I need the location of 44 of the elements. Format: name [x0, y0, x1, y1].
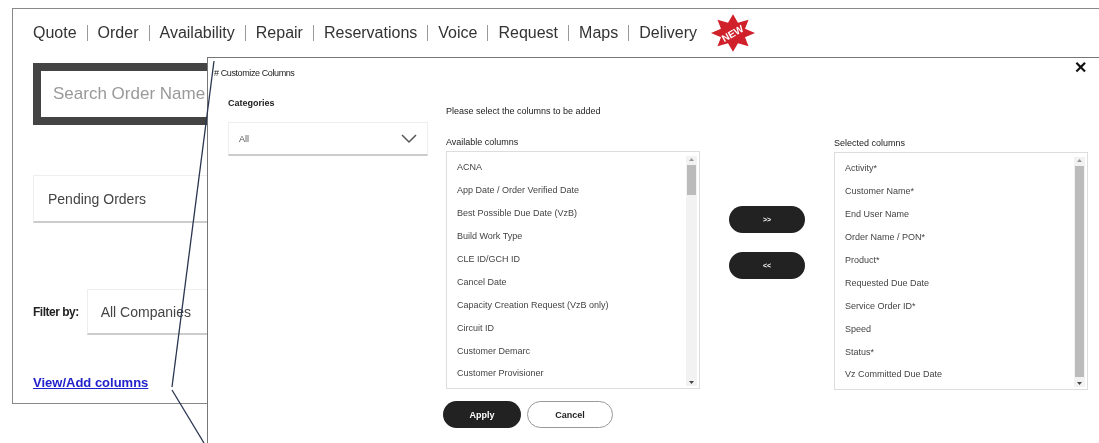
nav-link[interactable]: Order — [86, 25, 149, 41]
column-option[interactable]: Best Possible Due Date (VzB) — [457, 201, 699, 225]
nav-link[interactable]: Voice — [427, 25, 488, 41]
column-option[interactable]: Requested Due Date — [845, 271, 1087, 295]
categories-label: Categories — [228, 98, 276, 108]
column-option[interactable]: Activity* — [845, 157, 1087, 180]
column-option[interactable]: Customer Provisioner — [457, 362, 699, 385]
column-option[interactable]: Order Name / PON* — [845, 225, 1087, 249]
column-option[interactable]: Status* — [845, 340, 1087, 363]
instruction-text: Please select the columns to be added — [446, 106, 602, 116]
scrollbar[interactable] — [686, 156, 697, 386]
nav-link[interactable]: Availability — [148, 25, 245, 41]
column-option[interactable]: Speed — [845, 317, 1087, 341]
column-option[interactable]: Cancel Date — [457, 270, 699, 294]
view-add-columns-link[interactable]: View/Add columns — [33, 375, 149, 390]
column-option[interactable]: App Date / Order Verified Date — [457, 178, 699, 202]
column-option[interactable]: Customer Name* — [845, 179, 1087, 203]
column-option[interactable]: End User Name — [845, 202, 1087, 226]
column-option[interactable]: Vz Committed Due Date — [845, 363, 1087, 386]
available-columns-label: Available columns — [446, 137, 520, 147]
chevron-down-icon — [401, 133, 417, 144]
nav-link[interactable]: Repair — [244, 25, 313, 41]
cancel-button[interactable]: Cancel — [527, 401, 613, 428]
column-option[interactable]: Customer Demarc — [457, 339, 699, 362]
nav-link[interactable]: Reservations — [312, 25, 428, 41]
column-option[interactable]: Product* — [845, 248, 1087, 272]
column-option[interactable]: Circuit ID — [457, 316, 699, 340]
column-option[interactable]: Build Work Type — [457, 224, 699, 248]
column-option[interactable]: CLE ID/GCH ID — [457, 247, 699, 271]
column-option[interactable]: ACNA — [457, 156, 699, 179]
column-option[interactable]: Capacity Creation Request (VzB only) — [457, 293, 699, 317]
column-option[interactable]: Service Order ID* — [845, 294, 1087, 318]
close-button[interactable]: ✕ — [1074, 58, 1087, 77]
nav-link[interactable]: Delivery — [628, 25, 707, 41]
categories-dropdown[interactable]: All — [228, 122, 428, 156]
nav-link[interactable]: Maps — [568, 25, 629, 41]
filter-label: Filter by: — [33, 305, 79, 319]
nav-link[interactable]: Request — [487, 25, 569, 41]
nav-link[interactable]: Quote — [33, 25, 87, 41]
column-list[interactable]: ACNA App Date / Order Verified Date Best Possible Due Date (VzB) Build Work Type CLE ID/GCH ID Cancel Date Capacity Creation Request (VzB only) Circuit ID Customer Demarc Customer Provisioner — [446, 151, 700, 389]
selected-columns-label: Selected columns — [834, 138, 907, 148]
scrollbar[interactable] — [1074, 157, 1085, 387]
apply-button[interactable]: Apply — [443, 401, 521, 428]
column-list[interactable]: Activity* Customer Name* End User Name Order Name / PON* Product* Requested Due Date Service Order ID* Speed Status* Vz Committed Due Date — [834, 152, 1088, 390]
